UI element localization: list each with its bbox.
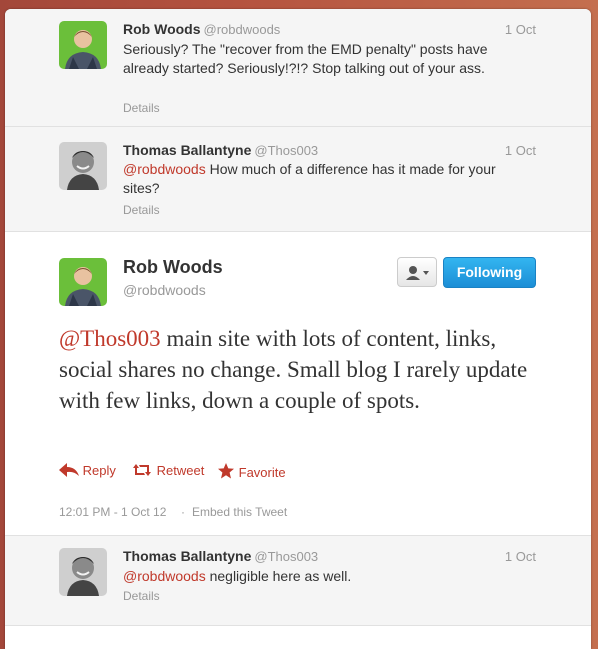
mention-link[interactable]: @robdwoods xyxy=(123,568,206,584)
tweet-full-timestamp[interactable]: 12:01 PM - 1 Oct 12 xyxy=(59,505,166,519)
focused-tweet-text: @Thos003 main site with lots of content,… xyxy=(59,326,528,413)
user-actions-dropdown-button[interactable] xyxy=(397,257,437,287)
avatar-thomas-ballantyne[interactable] xyxy=(59,548,107,596)
tweet-author-name[interactable]: Thomas Ballantyne @Thos003 xyxy=(123,142,318,158)
mention-link[interactable]: @robdwoods xyxy=(123,161,206,177)
tweet-timestamp[interactable]: 1 Oct xyxy=(505,22,536,37)
retweet-action[interactable]: Retweet xyxy=(131,463,204,478)
tweet-details-link[interactable]: Details xyxy=(123,589,160,603)
tweet-author-name[interactable]: Rob Woods @robdwoods xyxy=(123,21,280,37)
mention-link[interactable]: @Thos003 xyxy=(59,326,161,351)
tweet-item[interactable]: Rob Woods @robdwoods 1 Oct Seriously? The… xyxy=(5,9,591,127)
tweet-text: @robdwoods negligible here as well. xyxy=(123,568,352,584)
favorite-action[interactable]: Favorite xyxy=(217,463,286,480)
tweet-author-name[interactable]: Thomas Ballantyne @Thos003 xyxy=(123,548,318,564)
tweet-author-handle[interactable]: @Thos003 xyxy=(254,549,318,564)
tweet-author-handle[interactable]: @robdwoods xyxy=(204,22,281,37)
tweet-details-link[interactable]: Details xyxy=(123,101,160,115)
tweet-author-handle[interactable]: @Thos003 xyxy=(254,143,318,158)
tweet-conversation-panel: Rob Woods @robdwoods 1 Oct Seriously? The… xyxy=(5,9,591,649)
tweet-text: Seriously? The "recover from the EMD pen… xyxy=(123,41,488,76)
focused-author-handle[interactable]: @robdwoods xyxy=(123,282,206,298)
retweet-icon xyxy=(133,464,151,476)
star-icon xyxy=(218,463,234,479)
avatar-rob-woods[interactable] xyxy=(59,21,107,69)
embed-tweet-link[interactable]: Embed this Tweet xyxy=(192,505,287,519)
reply-arrow-icon xyxy=(59,463,79,477)
following-button[interactable]: Following xyxy=(443,257,536,288)
tweet-item[interactable]: Thomas Ballantyne @Thos003 1 Oct @robdwoo… xyxy=(5,536,591,626)
reply-label: Reply xyxy=(82,463,116,478)
favorite-label: Favorite xyxy=(238,465,286,480)
tweet-timestamp[interactable]: 1 Oct xyxy=(505,143,536,158)
tweet-text: @robdwoods How much of a difference has … xyxy=(123,161,496,196)
retweet-label: Retweet xyxy=(156,463,205,478)
user-dropdown-icon xyxy=(406,266,429,280)
tweet-timestamp[interactable]: 1 Oct xyxy=(505,549,536,564)
avatar-thomas-ballantyne[interactable] xyxy=(59,142,107,190)
reply-action[interactable]: Reply xyxy=(59,463,116,478)
tweet-item[interactable]: Thomas Ballantyne @Thos003 1 Oct @robdwoo… xyxy=(5,127,591,232)
meta-separator: · xyxy=(181,505,185,519)
focused-author-name[interactable]: Rob Woods xyxy=(123,257,223,278)
avatar-rob-woods[interactable] xyxy=(59,258,107,306)
tweet-details-link[interactable]: Details xyxy=(123,203,160,217)
